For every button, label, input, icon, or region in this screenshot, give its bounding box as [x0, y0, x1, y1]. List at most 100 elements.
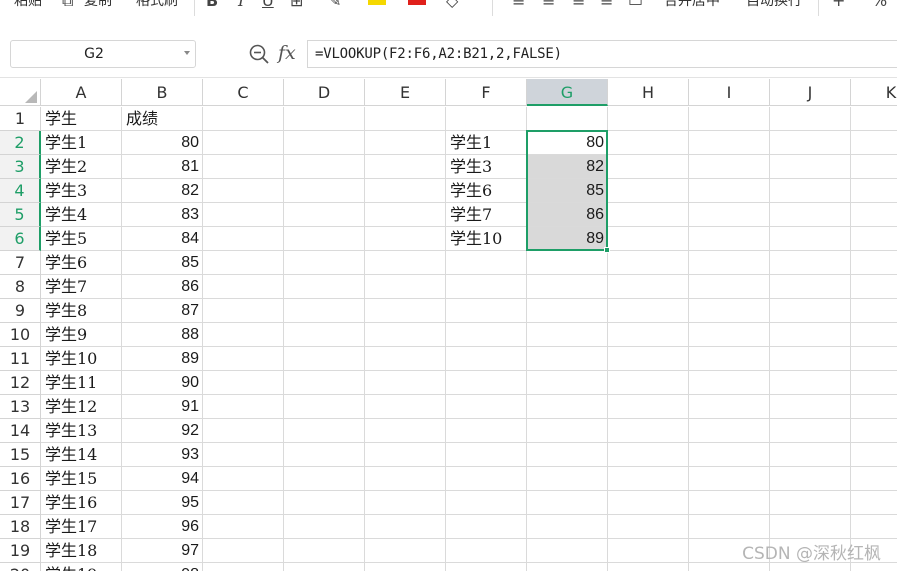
name-box[interactable]: G2: [10, 40, 196, 68]
column-header-j[interactable]: J: [770, 79, 851, 106]
bold-icon[interactable]: B: [206, 0, 218, 10]
cell-a14[interactable]: 学生13: [41, 419, 122, 442]
cell-b19[interactable]: 97: [122, 539, 203, 562]
cell-a15[interactable]: 学生14: [41, 443, 122, 466]
row-header-12[interactable]: 12: [0, 371, 41, 395]
cell-b20[interactable]: 98: [122, 563, 203, 571]
column-header-c[interactable]: C: [203, 79, 284, 106]
cell-b9[interactable]: 87: [122, 299, 203, 322]
paste-button[interactable]: 粘贴: [14, 0, 42, 11]
cell-a17[interactable]: 学生16: [41, 491, 122, 514]
cell-b4[interactable]: 82: [122, 179, 203, 202]
row-header-7[interactable]: 7: [0, 251, 41, 275]
align-top-icon[interactable]: ≡: [512, 0, 525, 10]
format-painter-button[interactable]: 格式刷: [136, 0, 178, 11]
cell-a13[interactable]: 学生12: [41, 395, 122, 418]
column-header-e[interactable]: E: [365, 79, 446, 106]
column-header-a[interactable]: A: [41, 79, 122, 106]
align-justify-icon[interactable]: ≡: [600, 0, 613, 10]
cell-b2[interactable]: 80: [122, 131, 203, 154]
border-icon[interactable]: ⊞: [290, 0, 303, 10]
cell-b5[interactable]: 83: [122, 203, 203, 226]
row-header-20[interactable]: 20: [0, 563, 41, 571]
row-header-6[interactable]: 6: [0, 227, 41, 251]
cell-b6[interactable]: 84: [122, 227, 203, 250]
row-header-17[interactable]: 17: [0, 491, 41, 515]
select-all-corner[interactable]: [0, 79, 41, 106]
percent-icon[interactable]: %: [872, 0, 887, 10]
cell-a12[interactable]: 学生11: [41, 371, 122, 394]
italic-icon[interactable]: I: [238, 0, 244, 10]
row-header-10[interactable]: 10: [0, 323, 41, 347]
cell-f6[interactable]: 学生10: [446, 227, 527, 250]
fill-handle[interactable]: [604, 247, 610, 253]
row-header-11[interactable]: 11: [0, 347, 41, 371]
column-header-d[interactable]: D: [284, 79, 365, 106]
zoom-icon[interactable]: [248, 43, 270, 65]
cell-a3[interactable]: 学生2: [41, 155, 122, 178]
cell-b18[interactable]: 96: [122, 515, 203, 538]
wrap-icon[interactable]: ▭: [628, 0, 643, 10]
cell-area[interactable]: 学生 学生1 学生2 学生3 学生4 学生5 学生6 学生7 学生8 学生9 学生10 学生11 学生1…: [41, 107, 897, 571]
column-header-i[interactable]: I: [689, 79, 770, 106]
copy-icon[interactable]: ⧉: [62, 0, 73, 10]
formula-input[interactable]: =VLOOKUP(F2:F6,A2:B21,2,FALSE): [307, 40, 897, 68]
cell-a2[interactable]: 学生1: [41, 131, 122, 154]
row-header-2[interactable]: 2: [0, 131, 41, 155]
row-header-5[interactable]: 5: [0, 203, 41, 227]
cell-f2[interactable]: 学生1: [446, 131, 527, 154]
cell-a10[interactable]: 学生9: [41, 323, 122, 346]
cell-b14[interactable]: 92: [122, 419, 203, 442]
fx-icon[interactable]: fx: [278, 41, 296, 65]
spreadsheet-grid[interactable]: ABCDEFGHIJK 1 2 3 4 5 6 7 8 9 10 11 12 13 14 15 16 17 18 1…: [0, 79, 897, 571]
align-bottom-icon[interactable]: ≡: [572, 0, 585, 10]
cell-a18[interactable]: 学生17: [41, 515, 122, 538]
cell-a11[interactable]: 学生10: [41, 347, 122, 370]
cell-b13[interactable]: 91: [122, 395, 203, 418]
cell-b3[interactable]: 81: [122, 155, 203, 178]
row-header-8[interactable]: 8: [0, 275, 41, 299]
column-header-h[interactable]: H: [608, 79, 689, 106]
cell-a1[interactable]: 学生: [41, 107, 122, 130]
cell-a4[interactable]: 学生3: [41, 179, 122, 202]
cell-b12[interactable]: 90: [122, 371, 203, 394]
cell-b8[interactable]: 86: [122, 275, 203, 298]
cell-a20[interactable]: 学生19: [41, 563, 122, 571]
cell-a6[interactable]: 学生5: [41, 227, 122, 250]
row-header-1[interactable]: 1: [0, 107, 41, 131]
align-middle-icon[interactable]: ≡: [542, 0, 555, 10]
cell-b11[interactable]: 89: [122, 347, 203, 370]
cell-b15[interactable]: 93: [122, 443, 203, 466]
cell-b16[interactable]: 94: [122, 467, 203, 490]
copy-button[interactable]: 复制: [84, 0, 112, 11]
cell-a8[interactable]: 学生7: [41, 275, 122, 298]
row-header-14[interactable]: 14: [0, 419, 41, 443]
column-header-f[interactable]: F: [446, 79, 527, 106]
fill-color-icon[interactable]: ✎: [328, 0, 341, 10]
row-header-4[interactable]: 4: [0, 179, 41, 203]
cell-a5[interactable]: 学生4: [41, 203, 122, 226]
cell-a9[interactable]: 学生8: [41, 299, 122, 322]
row-header-19[interactable]: 19: [0, 539, 41, 563]
cell-f4[interactable]: 学生6: [446, 179, 527, 202]
row-header-15[interactable]: 15: [0, 443, 41, 467]
chevron-down-icon[interactable]: [184, 51, 190, 55]
cell-b17[interactable]: 95: [122, 491, 203, 514]
cell-a7[interactable]: 学生6: [41, 251, 122, 274]
column-header-b[interactable]: B: [122, 79, 203, 106]
cell-b1[interactable]: 成绩: [122, 107, 203, 130]
cell-f5[interactable]: 学生7: [446, 203, 527, 226]
plus-icon[interactable]: +: [832, 0, 845, 10]
row-header-9[interactable]: 9: [0, 299, 41, 323]
cell-b7[interactable]: 85: [122, 251, 203, 274]
column-header-k[interactable]: K: [851, 79, 897, 106]
underline-icon[interactable]: U: [262, 0, 274, 10]
column-header-g[interactable]: G: [527, 79, 608, 106]
cell-f3[interactable]: 学生3: [446, 155, 527, 178]
row-header-16[interactable]: 16: [0, 467, 41, 491]
row-header-13[interactable]: 13: [0, 395, 41, 419]
row-header-18[interactable]: 18: [0, 515, 41, 539]
cell-a19[interactable]: 学生18: [41, 539, 122, 562]
cell-a16[interactable]: 学生15: [41, 467, 122, 490]
clear-format-icon[interactable]: ◇: [446, 0, 458, 10]
